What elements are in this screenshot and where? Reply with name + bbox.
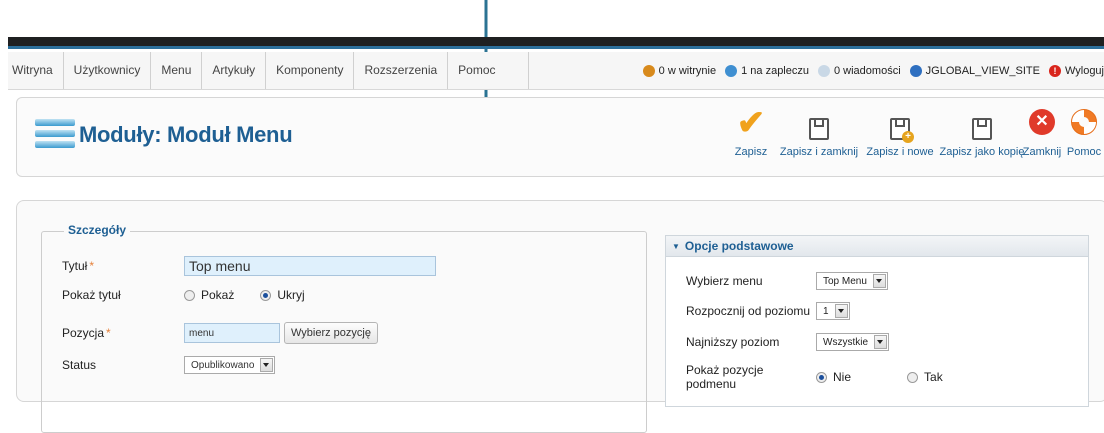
chevron-down-icon bbox=[872, 274, 886, 288]
details-fieldset: Szczegóły Tytuł * Top menu Pokaż tytuł Po… bbox=[41, 223, 647, 433]
page-title: Moduły: Moduł Menu bbox=[79, 122, 293, 147]
close-icon: ✕ bbox=[1029, 109, 1055, 135]
status-row: Status Opublikowano bbox=[62, 356, 276, 374]
end-level-row: Najniższy poziom Wszystkie bbox=[686, 333, 889, 351]
radio-checked-icon bbox=[816, 371, 827, 383]
main-menu-bar: Witryna Użytkownicy Menu Artykuły Kompon… bbox=[8, 52, 1104, 90]
position-label: Pozycja * bbox=[62, 326, 111, 340]
end-level-label: Najniższy poziom bbox=[686, 335, 780, 349]
submenu-no-radio[interactable]: Nie bbox=[816, 370, 851, 384]
lifebuoy-icon bbox=[1071, 109, 1097, 135]
floppy-copy-icon bbox=[972, 118, 992, 140]
menu-type-label: Wybierz menu bbox=[686, 274, 763, 288]
menu-item-menus[interactable]: Menu bbox=[151, 52, 203, 89]
radio-checked-icon bbox=[260, 289, 272, 301]
admin-header-band bbox=[8, 37, 1104, 49]
show-submenu-label: Pokaż pozycje podmenu bbox=[686, 363, 764, 391]
radio-unchecked-icon bbox=[184, 289, 195, 301]
hide-title-radio[interactable]: Ukryj bbox=[260, 288, 305, 302]
chevron-down-icon bbox=[260, 358, 274, 372]
menu-item-extensions[interactable]: Rozszerzenia bbox=[354, 52, 449, 89]
site-users-status: 0 w witrynie bbox=[642, 64, 716, 77]
choose-position-button[interactable]: Wybierz pozycję bbox=[284, 322, 378, 344]
save-button[interactable]: ✔ Zapisz bbox=[729, 104, 773, 158]
start-level-row: Rozpocznij od poziomu 1 bbox=[686, 302, 850, 320]
position-row: Pozycja * menu Wybierz pozycję bbox=[62, 322, 378, 344]
backend-users-status: 1 na zapleczu bbox=[725, 64, 809, 77]
triangle-down-icon: ▼ bbox=[672, 241, 680, 251]
toolbar-box: Moduły: Moduł Menu ✔ Zapisz Zapisz i zam… bbox=[16, 97, 1104, 177]
floppy-disk-icon bbox=[809, 118, 829, 140]
status-bar: 0 w witrynie 1 na zapleczu 0 wiadomości … bbox=[634, 52, 1104, 89]
menu-type-select[interactable]: Top Menu bbox=[816, 272, 888, 290]
module-edit-form: Szczegóły Tytuł * Top menu Pokaż tytuł Po… bbox=[16, 200, 1104, 433]
logout-link[interactable]: ! Wyloguj bbox=[1048, 64, 1104, 77]
show-title-row: Pokaż tytuł Pokaż Ukryj bbox=[62, 288, 331, 302]
save-close-button[interactable]: Zapisz i zamknij bbox=[777, 104, 861, 158]
menu-item-articles[interactable]: Artykuły bbox=[202, 52, 267, 89]
chevron-down-icon bbox=[834, 304, 848, 318]
start-level-label: Rozpocznij od poziomu bbox=[686, 304, 811, 318]
view-site-link[interactable]: JGLOBAL_VIEW_SITE bbox=[909, 64, 1040, 77]
status-label: Status bbox=[62, 358, 97, 372]
radio-unchecked-icon bbox=[907, 371, 919, 383]
floppy-plus-icon: + bbox=[890, 118, 914, 143]
submenu-yes-radio[interactable]: Tak bbox=[907, 370, 943, 384]
title-row: Tytuł * Top menu bbox=[62, 256, 436, 276]
show-submenu-row: Pokaż pozycje podmenu Nie Tak bbox=[686, 363, 969, 391]
show-title-radio[interactable]: Pokaż bbox=[184, 288, 234, 302]
message-icon bbox=[818, 64, 830, 77]
module-icon bbox=[35, 119, 75, 155]
save-new-button[interactable]: + Zapisz i nowe bbox=[865, 104, 935, 158]
close-button[interactable]: ✕ Zamknij bbox=[1021, 104, 1063, 158]
power-icon: ! bbox=[1048, 64, 1061, 77]
title-input[interactable]: Top menu bbox=[184, 256, 436, 276]
status-select[interactable]: Opublikowano bbox=[184, 356, 276, 374]
menu-item-help[interactable]: Pomoc bbox=[448, 52, 530, 89]
admin-user-icon bbox=[725, 64, 738, 77]
save-copy-button[interactable]: Zapisz jako kopię bbox=[937, 104, 1027, 158]
menu-item-site[interactable]: Witryna bbox=[8, 52, 64, 89]
messages-status[interactable]: 0 wiadomości bbox=[818, 64, 901, 77]
user-icon bbox=[642, 64, 655, 77]
basic-options-header[interactable]: ▼ Opcje podstawowe bbox=[666, 236, 1088, 257]
show-title-label: Pokaż tytuł bbox=[62, 288, 121, 302]
title-label: Tytuł * bbox=[62, 259, 95, 273]
end-level-select[interactable]: Wszystkie bbox=[816, 333, 889, 351]
basic-options-panel: ▼ Opcje podstawowe Wybierz menu Top Menu… bbox=[665, 235, 1089, 407]
menu-item-components[interactable]: Komponenty bbox=[266, 52, 355, 89]
help-button[interactable]: Pomoc bbox=[1065, 104, 1103, 158]
start-level-select[interactable]: 1 bbox=[816, 302, 850, 320]
monitor-icon bbox=[909, 64, 922, 77]
checkmark-icon: ✔ bbox=[736, 104, 766, 142]
position-input[interactable]: menu bbox=[184, 323, 280, 343]
details-legend: Szczegóły bbox=[64, 223, 131, 237]
menu-item-users[interactable]: Użytkownicy bbox=[64, 52, 152, 89]
menu-type-row: Wybierz menu Top Menu bbox=[686, 272, 888, 290]
chevron-down-icon bbox=[874, 335, 887, 349]
